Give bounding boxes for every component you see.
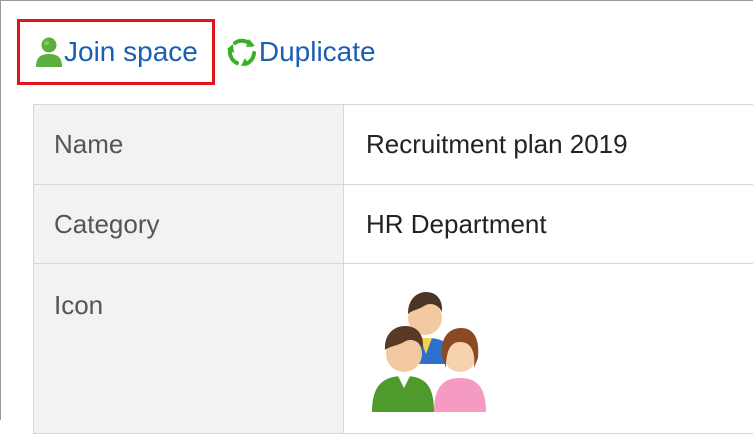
group-people-icon: [368, 284, 488, 414]
table-row: Icon: [34, 264, 753, 434]
join-space-button[interactable]: Join space: [34, 36, 198, 68]
duplicate-label: Duplicate: [259, 38, 376, 66]
table-row: Name Recruitment plan 2019: [34, 105, 753, 185]
duplicate-button[interactable]: Duplicate: [225, 35, 376, 69]
space-details-panel: Join space Duplicate Name: [0, 0, 753, 420]
icon-label: Icon: [34, 264, 344, 434]
icon-value: [344, 264, 753, 434]
name-label: Name: [34, 105, 344, 185]
join-space-label: Join space: [64, 38, 198, 66]
user-icon: [34, 36, 64, 68]
category-label: Category: [34, 185, 344, 264]
join-space-highlight: Join space: [17, 19, 215, 85]
category-value: HR Department: [344, 185, 753, 264]
recycle-icon: [225, 35, 259, 69]
name-value: Recruitment plan 2019: [344, 105, 753, 185]
space-details-table: Name Recruitment plan 2019 Category HR D…: [33, 104, 753, 434]
table-row: Category HR Department: [34, 185, 753, 264]
space-toolbar: Join space Duplicate: [17, 19, 376, 85]
